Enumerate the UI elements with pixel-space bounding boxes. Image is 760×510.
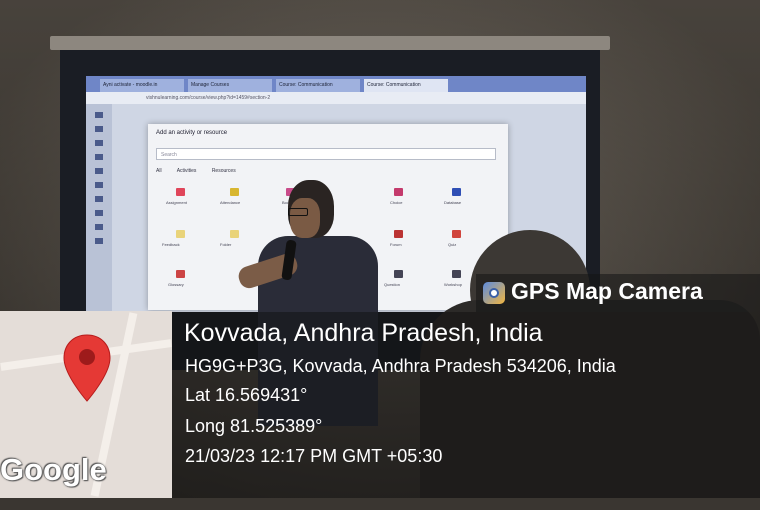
filter-tab: All bbox=[156, 168, 162, 174]
modal-filter-tabs: All Activities Resources bbox=[156, 168, 250, 174]
browser-tab: Course: Communication bbox=[276, 79, 360, 92]
projector-screen-frame bbox=[50, 36, 610, 50]
activity-label: Workshop bbox=[444, 282, 462, 287]
browser-tab: Manage Courses bbox=[188, 79, 272, 92]
workshop-icon bbox=[452, 270, 461, 278]
modal-title: Add an activity or resource bbox=[156, 130, 228, 136]
modal-search-field: Search bbox=[156, 148, 496, 160]
presenter-glasses bbox=[288, 208, 308, 216]
browser-tab-bar: Ayni activate - moodle.in Manage Courses… bbox=[86, 76, 586, 92]
feedback-icon bbox=[176, 230, 185, 238]
activity-label: Database bbox=[444, 200, 462, 205]
course-sidebar bbox=[86, 104, 112, 312]
filter-tab: Activities bbox=[176, 168, 197, 174]
map-camera-icon bbox=[483, 282, 505, 304]
gps-brand-name: GPS Map Camera bbox=[511, 278, 703, 304]
glossary-icon bbox=[176, 270, 185, 278]
longitude-line: Long 81.525389° bbox=[185, 416, 323, 436]
browser-tab: Ayni activate - moodle.in bbox=[100, 79, 184, 92]
presenter-face bbox=[290, 198, 320, 238]
latitude-line: Lat 16.569431° bbox=[185, 385, 308, 405]
location-title: Kovvada, Andhra Pradesh, India bbox=[184, 319, 543, 347]
browser-tab-active: Course: Communication bbox=[364, 79, 448, 92]
filter-tab: Resources bbox=[211, 168, 236, 174]
address-bar: vishnulearning.com/course/view.php?id=14… bbox=[86, 92, 586, 104]
google-logo: Google bbox=[0, 452, 107, 487]
datetime-line: 21/03/23 12:17 PM GMT +05:30 bbox=[185, 446, 443, 466]
activity-label: Glossary bbox=[168, 282, 184, 287]
activity-label: Quiz bbox=[448, 242, 457, 247]
assignment-icon bbox=[176, 188, 185, 196]
activity-label: Assignment bbox=[166, 200, 187, 205]
database-icon bbox=[452, 188, 461, 196]
quiz-icon bbox=[452, 230, 461, 238]
address-line: HG9G+P3G, Kovvada, Andhra Pradesh 534206… bbox=[185, 356, 616, 376]
activity-label: Feedback bbox=[162, 242, 180, 247]
bottom-edge bbox=[0, 498, 760, 510]
activity-label: Folder bbox=[220, 242, 232, 247]
map-pin-icon bbox=[63, 334, 111, 402]
